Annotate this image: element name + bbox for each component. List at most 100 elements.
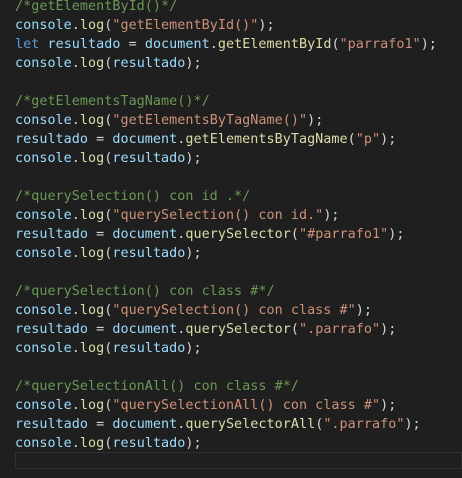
code-line[interactable]: /*getElementsTagName()*/ bbox=[15, 92, 462, 111]
code-token-punct: ); bbox=[185, 341, 202, 356]
code-line[interactable]: /*getElementById()*/ bbox=[15, 0, 462, 16]
code-token-punct: ); bbox=[355, 303, 372, 318]
code-token-var: resultado bbox=[15, 322, 89, 337]
code-token-var: console bbox=[15, 56, 72, 71]
code-token-var: document bbox=[112, 322, 178, 337]
code-token-fn: log bbox=[79, 113, 105, 128]
code-token-string: "querySelectionAll() con class #" bbox=[112, 398, 381, 413]
code-token-fn: getElementsByTagName bbox=[185, 132, 348, 147]
code-line[interactable]: console.log("querySelection() con class … bbox=[15, 301, 462, 320]
code-token-var: resultado bbox=[15, 417, 89, 432]
code-token-punct: ); bbox=[185, 246, 202, 261]
code-token-punct: . bbox=[71, 246, 80, 261]
code-token-var: resultado bbox=[112, 56, 186, 71]
code-line[interactable]: console.log(resultado); bbox=[15, 149, 462, 168]
code-token-var: console bbox=[15, 398, 72, 413]
code-token-punct: ( bbox=[331, 37, 340, 52]
code-token-fn: log bbox=[79, 341, 105, 356]
code-line[interactable] bbox=[15, 168, 462, 187]
code-line[interactable]: console.log("querySelection() con id."); bbox=[15, 206, 462, 225]
code-token-punct: . bbox=[71, 398, 80, 413]
code-token-punct: = bbox=[88, 227, 113, 242]
code-line[interactable]: console.log("querySelectionAll() con cla… bbox=[15, 396, 462, 415]
code-token-var: console bbox=[15, 436, 72, 451]
code-token-keyword: let bbox=[15, 37, 40, 52]
code-token-string: ".parrafo" bbox=[298, 322, 381, 337]
code-token-fn: log bbox=[79, 208, 105, 223]
code-token-fn: log bbox=[79, 56, 105, 71]
code-token-string: "parrafo1" bbox=[339, 37, 421, 52]
code-editor[interactable]: /*getElementById()*/ console.log("getElem… bbox=[0, 0, 462, 475]
code-token-string: "querySelection() con class #" bbox=[112, 303, 356, 318]
code-token-comment: /*querySelection() con class #*/ bbox=[15, 284, 275, 299]
code-line[interactable]: console.log(resultado); bbox=[15, 244, 462, 263]
code-line[interactable]: console.log("getElementById()"); bbox=[15, 16, 462, 35]
code-token-punct: ( bbox=[290, 227, 299, 242]
code-token-fn: log bbox=[79, 151, 105, 166]
code-token-var: resultado bbox=[112, 246, 186, 261]
code-token-fn: log bbox=[79, 246, 105, 261]
code-token-punct: = bbox=[88, 322, 113, 337]
code-area[interactable]: /*getElementById()*/ console.log("getElem… bbox=[15, 0, 462, 453]
code-line[interactable]: console.log(resultado); bbox=[15, 54, 462, 73]
code-token-string: "querySelection() con id." bbox=[112, 208, 324, 223]
code-token-var: console bbox=[15, 341, 72, 356]
code-token-punct: . bbox=[71, 341, 80, 356]
code-token-comment: /*getElementById()*/ bbox=[15, 0, 178, 14]
code-token-punct: = bbox=[88, 132, 113, 147]
code-token-var: console bbox=[15, 246, 72, 261]
code-token-punct: ); bbox=[323, 208, 340, 223]
code-token-punct: . bbox=[209, 37, 218, 52]
code-token-punct: ); bbox=[185, 151, 202, 166]
code-line[interactable]: resultado = document.querySelector(".par… bbox=[15, 320, 462, 339]
code-token-fn: querySelector bbox=[185, 227, 291, 242]
current-line-highlight[interactable] bbox=[15, 452, 462, 469]
code-line[interactable]: console.log("getElementsByTagName()"); bbox=[15, 111, 462, 130]
code-token-var: resultado bbox=[47, 37, 121, 52]
code-token-fn: getElementById bbox=[217, 37, 332, 52]
code-token-punct: = bbox=[120, 37, 145, 52]
code-token-var: document bbox=[112, 417, 178, 432]
code-token-punct: . bbox=[71, 303, 80, 318]
code-token-fn: querySelectorAll bbox=[185, 417, 316, 432]
code-token-punct: ); bbox=[185, 56, 202, 71]
code-token-var: document bbox=[144, 37, 210, 52]
code-token-var: console bbox=[15, 151, 72, 166]
code-token-punct: . bbox=[71, 436, 80, 451]
code-token-var: console bbox=[15, 113, 72, 128]
code-token-var: document bbox=[112, 227, 178, 242]
code-token-var: console bbox=[15, 18, 72, 33]
code-line[interactable]: resultado = document.getElementsByTagNam… bbox=[15, 130, 462, 149]
code-token-punct: ); bbox=[380, 398, 397, 413]
code-token-punct: . bbox=[71, 208, 80, 223]
code-line[interactable]: /*querySelection() con id .*/ bbox=[15, 187, 462, 206]
code-token-punct: ); bbox=[258, 18, 275, 33]
code-token-var: console bbox=[15, 208, 72, 223]
code-line[interactable] bbox=[15, 263, 462, 282]
code-token-var: console bbox=[15, 303, 72, 318]
code-line[interactable]: /*querySelection() con class #*/ bbox=[15, 282, 462, 301]
code-token-punct: ); bbox=[380, 322, 397, 337]
code-token-fn: log bbox=[79, 436, 105, 451]
code-token-punct: ( bbox=[290, 322, 299, 337]
code-line[interactable]: let resultado = document.getElementById(… bbox=[15, 35, 462, 54]
code-token-punct: = bbox=[88, 417, 113, 432]
code-token-punct: . bbox=[71, 18, 80, 33]
code-line[interactable]: resultado = document.querySelector("#par… bbox=[15, 225, 462, 244]
code-token-punct: ( bbox=[347, 132, 356, 147]
code-token-punct: ); bbox=[420, 37, 437, 52]
code-line[interactable]: console.log(resultado); bbox=[15, 339, 462, 358]
code-token-fn: log bbox=[79, 303, 105, 318]
code-token-var: resultado bbox=[112, 151, 186, 166]
code-line[interactable] bbox=[15, 73, 462, 92]
code-token-comment: /*querySelection() con id .*/ bbox=[15, 189, 251, 204]
code-line[interactable]: console.log(resultado); bbox=[15, 434, 462, 453]
code-token-punct: ); bbox=[185, 436, 202, 451]
code-token-punct: ); bbox=[388, 227, 405, 242]
code-token-var: resultado bbox=[112, 341, 186, 356]
code-line[interactable] bbox=[15, 358, 462, 377]
code-token-var: resultado bbox=[15, 132, 89, 147]
code-line[interactable]: resultado = document.querySelectorAll(".… bbox=[15, 415, 462, 434]
code-token-punct: ); bbox=[404, 417, 421, 432]
code-line[interactable]: /*querySelectionAll() con class #*/ bbox=[15, 377, 462, 396]
